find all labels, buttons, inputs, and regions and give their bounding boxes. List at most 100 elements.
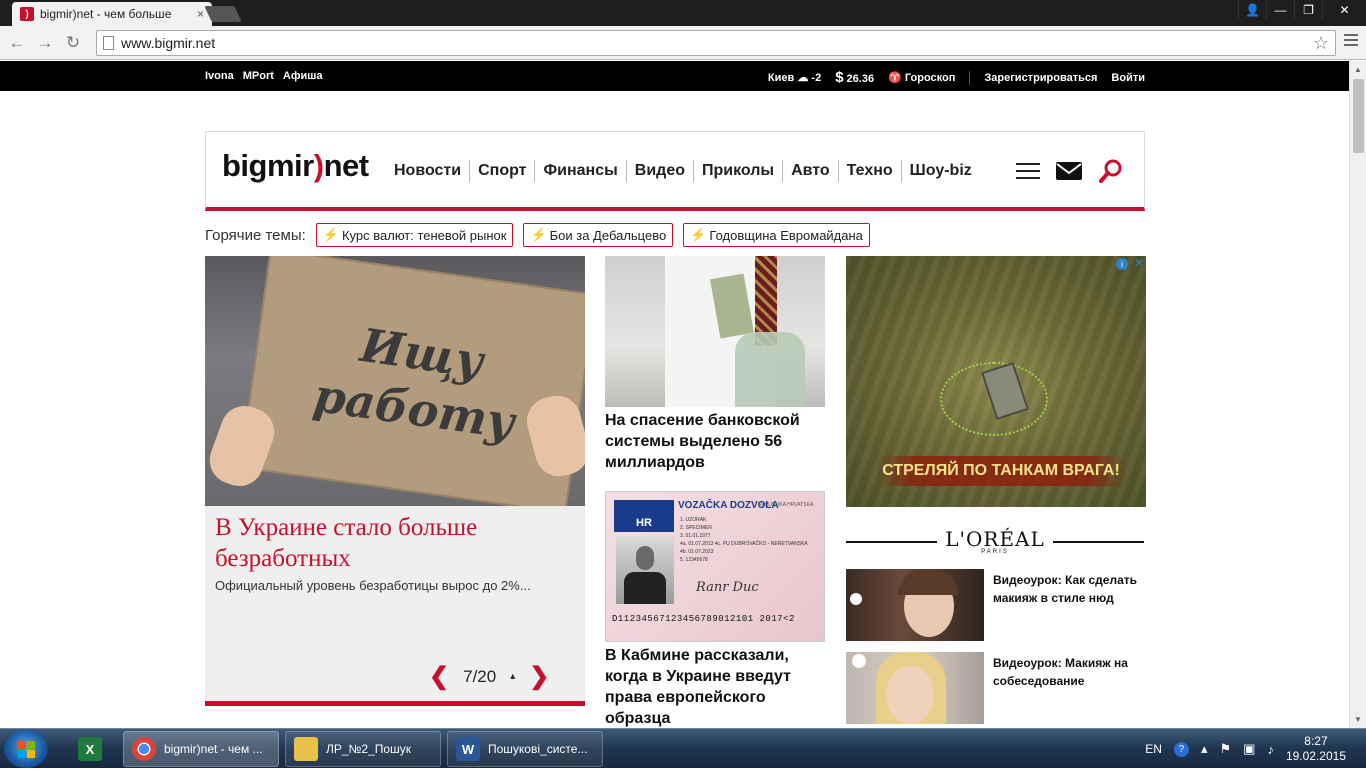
address-bar-url: www.bigmir.net [121,35,216,51]
link-ivona[interactable]: Ivona [205,70,234,82]
clock-date: 19.02.2015 [1285,749,1346,763]
prev-slide-button[interactable]: ❮ [429,662,449,691]
taskbar-word-window[interactable]: W Пошукові_систе... [447,731,603,767]
browser-titlebar: ) bigmir)net - чем больше × 👤 — ❐ ✕ [0,0,1366,26]
search-icon[interactable] [1098,158,1124,184]
brand-header: L'ORÉAL PARIS [846,529,1144,555]
bookmark-star-icon[interactable]: ☆ [1313,33,1329,54]
taskbar-item-label: bigmir)net - чем ... [164,742,263,756]
logo-bracket: ) [313,148,324,183]
bank-story-image[interactable] [605,256,825,407]
register-link[interactable]: Зарегистрироваться [984,72,1097,84]
site-logo[interactable]: bigmir)net [222,148,369,184]
loreal-logo[interactable]: L'ORÉAL PARIS [937,529,1053,555]
bank-story-title[interactable]: На спасение банковской системы выделено … [605,410,825,473]
link-mport[interactable]: MPort [243,70,274,82]
folder-icon [294,737,318,761]
lead-story-image[interactable]: Ищу работу [205,256,585,506]
browser-tab[interactable]: ) bigmir)net - чем больше × [12,2,212,26]
scroll-thumb[interactable] [1353,79,1364,153]
hot-topic-chip[interactable]: ⚡ Курс валют: теневой рынок [315,223,514,247]
video-title[interactable]: Видеоурок: Макияж на собеседование [993,654,1143,690]
volume-icon[interactable]: ♪ [1267,742,1274,757]
aries-icon: ♈ [888,72,902,84]
hot-topic-chip[interactable]: ⚡ Бои за Дебальцево [523,223,674,247]
face-shape [886,666,934,724]
browser-toolbar: ← → ↻ www.bigmir.net ☆ [0,26,1366,60]
minimize-button[interactable]: — [1266,0,1294,20]
weather-widget[interactable]: Киев ☁ -2 [768,71,821,84]
nav-item-video[interactable]: Видео [627,160,694,182]
system-clock[interactable]: 8:27 19.02.2015 [1286,734,1346,764]
address-bar[interactable]: www.bigmir.net ☆ [96,30,1336,56]
taskbar-item-label: ЛР_№2_Пошук [326,742,411,756]
video-item[interactable]: Видеоурок: Макияж на собеседование [846,652,1146,724]
login-link[interactable]: Войти [1111,72,1145,84]
hot-topic-chip[interactable]: ⚡ Годовщина Евромайдана [683,223,870,247]
video-thumbnail[interactable] [846,569,984,641]
license-story-image[interactable]: HR VOZAČKA DOZVOLA REPUBLIKA HRVATSKA 1.… [605,491,825,642]
action-center-flag-icon[interactable]: ⚑ [1219,741,1231,757]
currency-widget[interactable]: $26.36 [835,69,874,86]
page-viewport: Ivona MPort Афиша Киев ☁ -2 $26.36 ♈ Гор… [0,61,1349,728]
tab-close-icon[interactable]: × [197,7,204,21]
mail-icon[interactable] [1056,162,1082,180]
nav-item-jokes[interactable]: Приколы [694,160,784,182]
sign-text-line2: работу [310,367,518,450]
new-tab-button[interactable] [204,6,242,22]
maximize-button[interactable]: ❐ [1294,0,1322,20]
lightning-icon: ⚡ [530,227,547,242]
hamburger-menu-icon[interactable] [1016,158,1040,184]
license-story-title[interactable]: В Кабмине рассказали, когда в Украине вв… [605,645,825,728]
mouse-cursor-icon: ▴ [510,671,516,682]
video-thumbnail[interactable] [846,652,984,724]
forward-button[interactable]: → [34,32,56,54]
video-item[interactable]: Видеоурок: Как сделать макияж в стиле ню… [846,569,1146,641]
taskbar-chrome-window[interactable]: bigmir)net - чем ... [123,731,279,767]
excel-pinned-button[interactable]: X [66,731,114,767]
nav-item-tech[interactable]: Техно [839,160,902,182]
taskbar-folder-window[interactable]: ЛР_№2_Пошук [285,731,441,767]
nav-item-sport[interactable]: Спорт [470,160,536,182]
back-button[interactable]: ← [6,32,28,54]
eu-flag-icon: HR [614,500,674,532]
site-header: bigmir)net Новости Спорт Финансы Видео П… [205,131,1145,211]
tank-game-ad[interactable]: СТРЕЛЯЙ ПО ТАНКАМ ВРАГА! i ✕ [846,256,1146,507]
next-slide-button[interactable]: ❯ [529,662,549,691]
show-hidden-icons-icon[interactable]: ▴ [1201,741,1208,757]
start-button[interactable] [4,730,48,768]
divider [846,541,938,543]
ad-info-icon[interactable]: i [1116,258,1128,270]
reload-button[interactable]: ↻ [62,32,84,54]
ad-close-icon[interactable]: ✕ [1134,256,1144,270]
header-icons [1016,158,1124,184]
scroll-up-arrow-icon[interactable]: ▲ [1354,65,1362,74]
word-icon: W [456,737,480,761]
link-afisha[interactable]: Афиша [283,70,323,82]
user-profile-icon[interactable]: 👤 [1238,0,1266,20]
license-field: 2. SPECIMEN [680,525,712,531]
nav-item-news[interactable]: Новости [386,160,471,182]
license-field: 4b. 01.07.2023 [680,549,714,555]
network-icon[interactable]: ▣ [1243,741,1255,757]
nav-item-showbiz[interactable]: Шоу-biz [902,160,980,182]
tab-title: bigmir)net - чем больше [40,7,172,21]
hot-topics-label: Горячие темы: [205,226,306,244]
close-window-button[interactable]: ✕ [1322,0,1366,20]
nav-item-finance[interactable]: Финансы [535,160,627,182]
cloud-sun-icon: ☁ [797,72,809,84]
language-indicator[interactable]: EN [1145,742,1162,756]
page-scrollbar[interactable]: ▲ ▼ [1349,61,1366,728]
horoscope-label: Гороскоп [904,72,956,84]
bottle-shape [735,332,805,407]
help-icon[interactable]: ? [1173,741,1189,757]
license-field: 1. UZORAK [680,517,707,523]
horoscope-link[interactable]: ♈ Гороскоп [888,71,955,84]
chrome-menu-icon[interactable] [1344,34,1358,49]
lead-story-title[interactable]: В Украине стало больше безработных [215,512,575,574]
scroll-down-arrow-icon[interactable]: ▼ [1354,715,1362,724]
lead-story[interactable]: Ищу работу В Украине стало больше безраб… [205,256,585,706]
video-title[interactable]: Видеоурок: Как сделать макияж в стиле ню… [993,571,1143,607]
nav-item-auto[interactable]: Авто [783,160,839,182]
hot-topic-label: Бои за Дебальцево [549,227,667,243]
